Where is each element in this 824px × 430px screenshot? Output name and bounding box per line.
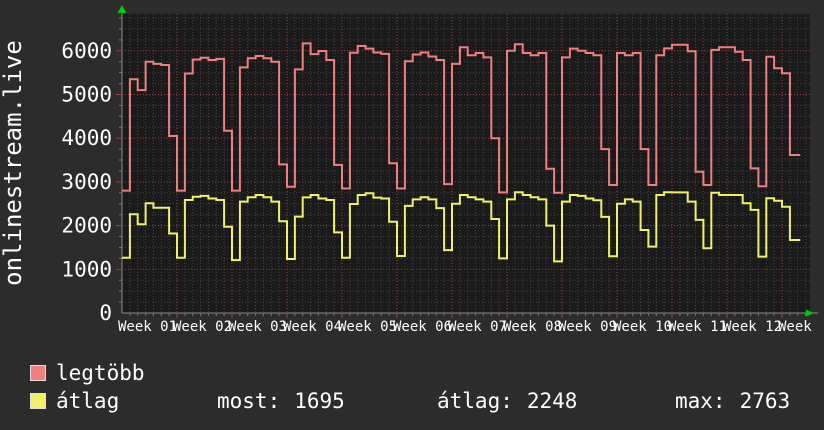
graph-panel: onlinestream.live 0100020003000400050006… xyxy=(0,0,824,430)
stat-most-value: 1695 xyxy=(294,389,345,413)
x-tick-label: Week 05 xyxy=(338,319,397,335)
x-tick-label: Week 01 xyxy=(118,319,177,335)
x-tick-label: Week 11 xyxy=(668,319,727,335)
x-tick-label: Week 04 xyxy=(283,319,342,335)
x-tick-label: Week 09 xyxy=(558,319,617,335)
legend-swatch-atlag xyxy=(30,393,46,409)
legend-label-legtobb: legtöbb xyxy=(56,361,145,385)
x-tick-labels: Week 01Week 02Week 03Week 04Week 05Week … xyxy=(118,319,824,335)
stat-atlag-label: átlag: xyxy=(437,389,513,413)
y-tick-label: 0 xyxy=(99,301,112,325)
y-tick-label: 6000 xyxy=(61,39,112,63)
stat-atlag: átlag: 2248 xyxy=(437,389,577,413)
y-axis-arrow-icon xyxy=(118,5,127,13)
stat-max-label: max: xyxy=(675,389,726,413)
y-tick-label: 3000 xyxy=(61,170,112,194)
x-tick-label: Week 06 xyxy=(393,319,452,335)
stat-max: max: 2763 xyxy=(675,389,790,413)
x-tick-label: Week 13 xyxy=(778,319,824,335)
x-tick-label: Week 08 xyxy=(503,319,562,335)
y-tick-label: 5000 xyxy=(61,83,112,107)
stat-most-label: most: xyxy=(217,389,280,413)
y-tick-label: 4000 xyxy=(61,126,112,150)
x-tick-label: Week 10 xyxy=(613,319,672,335)
x-tick-label: Week 12 xyxy=(723,319,782,335)
legend-label-atlag: átlag xyxy=(56,389,119,413)
y-tick-labels: 0 1000 2000 3000 4000 5000 6000 xyxy=(61,39,112,325)
x-tick-label: Week 02 xyxy=(173,319,232,335)
stat-most: most: 1695 xyxy=(217,389,345,413)
legend-swatch-legtobb xyxy=(30,365,46,381)
y-tick-label: 2000 xyxy=(61,214,112,238)
plot-background xyxy=(122,14,810,313)
y-tick-label: 1000 xyxy=(61,257,112,281)
stat-atlag-value: 2248 xyxy=(527,389,578,413)
x-tick-label: Week 03 xyxy=(228,319,287,335)
stat-max-value: 2763 xyxy=(740,389,791,413)
x-tick-label: Week 07 xyxy=(448,319,507,335)
